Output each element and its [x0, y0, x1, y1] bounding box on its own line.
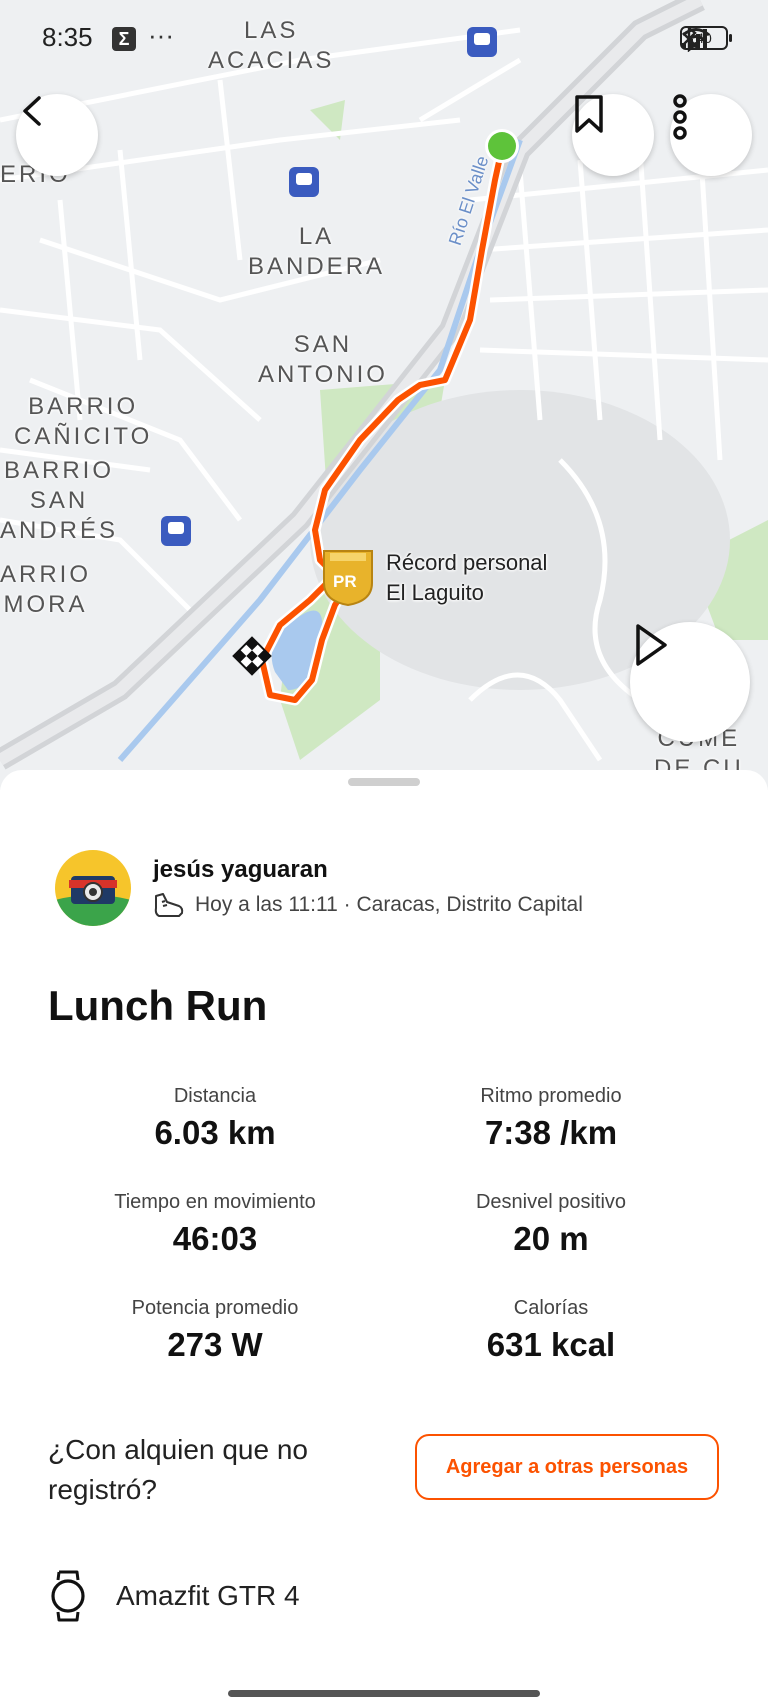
stat-label: Ritmo promedio — [480, 1085, 622, 1107]
activity-meta: Hoy a las 11:11 · Caracas, Distrito Capi… — [153, 892, 583, 918]
stat-avg-pace: Ritmo promedio 7:38 /km — [386, 1085, 716, 1152]
device-name: Amazfit GTR 4 — [116, 1580, 300, 1611]
stat-value: 6.03 km — [154, 1114, 276, 1151]
stat-elevation-gain: Desnivel positivo 20 m — [386, 1191, 716, 1258]
stat-label: Desnivel positivo — [475, 1191, 627, 1213]
avatar[interactable] — [55, 850, 131, 926]
stat-label: Distancia — [173, 1085, 257, 1107]
route-map[interactable]: LAS ACACIAS LA BANDERA SAN ANTONIO BARRIO CA… — [0, 0, 768, 790]
flyover-play-button[interactable] — [630, 622, 750, 742]
pr-badge-icon: PR — [333, 572, 357, 591]
home-indicator[interactable] — [228, 1690, 540, 1697]
back-button[interactable] — [16, 94, 98, 176]
stat-value: 20 m — [513, 1220, 589, 1257]
shoe-icon — [154, 893, 184, 917]
status-icons: 40 — [680, 26, 732, 52]
activity-title: Lunch Run — [48, 982, 268, 1029]
stat-label: Calorías — [513, 1297, 589, 1319]
map-label-barrio-san-andres: BARRIO SAN ANDRÉS — [0, 457, 119, 544]
pr-segment-name: El Laguito — [386, 580, 484, 605]
stat-distance: Distancia 6.03 km — [50, 1085, 380, 1152]
stat-avg-power: Potencia promedio 273 W — [50, 1297, 380, 1364]
status-bar: 8:35 Σ ··· 40 — [0, 0, 768, 80]
stat-value: 46:03 — [172, 1220, 258, 1257]
watch-icon — [51, 1570, 85, 1622]
stat-calories: Calorías 631 kcal — [386, 1297, 716, 1364]
device-row[interactable]: Amazfit GTR 4 — [48, 1570, 300, 1622]
map-label-la-bandera: LA BANDERA — [248, 223, 386, 280]
stat-label: Potencia promedio — [131, 1297, 299, 1319]
stat-moving-time: Tiempo en movimiento 46:03 — [50, 1191, 380, 1258]
pr-label[interactable]: Récord personal El Laguito — [386, 548, 547, 608]
stat-value: 273 W — [167, 1326, 263, 1363]
stat-label: Tiempo en movimiento — [114, 1191, 316, 1213]
stat-value: 7:38 /km — [484, 1114, 618, 1151]
app-notification-icon: Σ — [112, 27, 136, 51]
status-time: 8:35 — [42, 22, 93, 52]
map-label-san-antonio: SAN ANTONIO — [258, 331, 388, 388]
battery-indicator: 40 — [680, 26, 732, 50]
sheet-drag-handle[interactable] — [348, 778, 420, 786]
tag-others-question: ¿Con alquien que no registró? — [48, 1434, 308, 1505]
play-icon — [636, 624, 667, 666]
stat-value: 631 kcal — [486, 1326, 616, 1363]
save-route-button[interactable] — [572, 94, 654, 176]
map-label-arrio-mora: ARRIO MORA — [0, 561, 92, 618]
pr-title: Récord personal — [386, 550, 548, 575]
athlete-name[interactable]: jesús yaguaran — [153, 856, 328, 884]
add-others-button[interactable]: Agregar a otras personas — [415, 1434, 719, 1500]
activity-sheet: jesús yaguaran Hoy a las 11:11 · Caracas… — [0, 770, 768, 1707]
back-icon — [23, 96, 41, 126]
map-label-barrio-canicito: BARRIO CAÑICITO — [14, 393, 153, 450]
more-options-button[interactable] — [670, 94, 752, 176]
activity-date-location: Hoy a las 11:11 · Caracas, Distrito Capi… — [195, 893, 583, 916]
more-notifications-icon: ··· — [148, 20, 174, 50]
more-icon — [673, 94, 687, 140]
bookmark-icon — [575, 95, 603, 133]
avatar-image — [55, 850, 131, 926]
